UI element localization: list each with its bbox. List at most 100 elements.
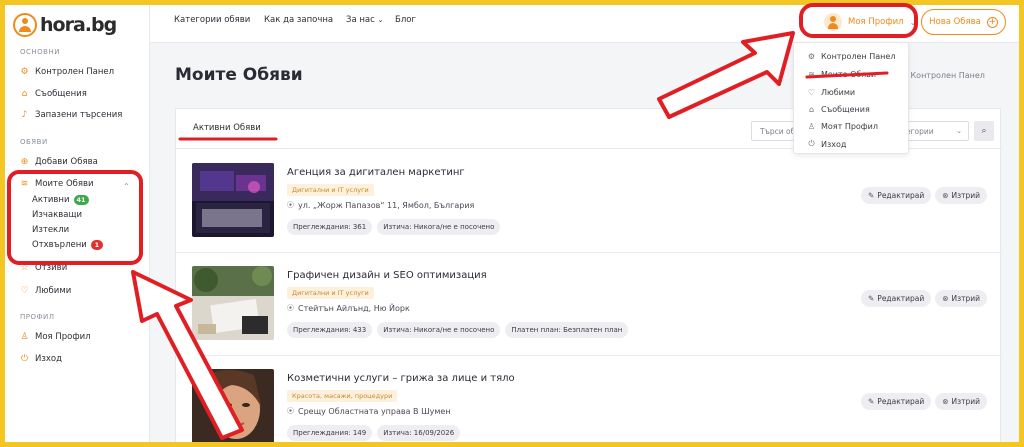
listing-title[interactable]: Графичен дизайн и SEO оптимизация <box>287 270 487 281</box>
dropdown-item-messages[interactable]: ⌂ Съобщения <box>807 105 870 114</box>
sidebar: hora.bg ОСНОВНИ ⚙ Контролен Панел ⌂ Съоб… <box>5 5 150 442</box>
sidebar-item-add-ad[interactable]: ⊕ Добави Обява <box>20 157 98 167</box>
user-icon: ♙ <box>807 122 816 131</box>
views-badge: Преглеждания: 433 <box>287 322 373 338</box>
dropdown-item-dashboard[interactable]: ⚙ Контролен Панел <box>807 52 896 61</box>
listing-location: ⦿ Срещу Областната управа В Шумен <box>287 406 451 416</box>
avatar <box>824 13 842 31</box>
listing-location: ⦿ ул. „Жорж Папазов“ 11, Ямбол, България <box>287 200 475 210</box>
nav-how-to-start[interactable]: Как да започна <box>264 15 333 25</box>
sidebar-item-favorites[interactable]: ♡ Любими <box>20 286 71 296</box>
plus-circle-icon: ⊕ <box>20 156 29 167</box>
home-icon: ⌂ <box>808 105 815 114</box>
user-icon: ♙ <box>20 331 29 342</box>
listing-stats: Преглеждания: 149 Изтича: 16/09/2026 <box>287 425 461 441</box>
dropdown-item-my-ads[interactable]: ≋ Моите Обяви <box>807 70 876 79</box>
listing-item: Козметични услуги – грижа за лице и тяло… <box>176 356 1002 442</box>
power-icon: ⏻ <box>808 139 815 148</box>
chevron-down-icon: ⌄ <box>909 17 917 27</box>
active-count-badge: 41 <box>73 195 89 205</box>
edit-button[interactable]: ✎ Редактирай <box>861 393 932 410</box>
rejected-count-badge: 1 <box>90 240 103 250</box>
edit-icon: ✎ <box>868 294 875 303</box>
chevron-down-icon: ⌄ <box>956 127 962 135</box>
ads-card: Активни Обяви Търси об егории ⌄ ⌕ Агенци… <box>175 108 1002 442</box>
tab-active-ads[interactable]: Активни Обяви <box>193 123 261 133</box>
location-pin-icon: ⦿ <box>287 304 294 312</box>
dropdown-item-profile[interactable]: ♙ Моят Профил <box>807 122 878 131</box>
search-icon: ⌕ <box>981 126 987 136</box>
delete-button[interactable]: ⊗ Изтрий <box>935 393 988 410</box>
sidebar-item-saved-searches[interactable]: ♪ Запазени търсения <box>20 109 123 120</box>
logo[interactable]: hora.bg <box>13 10 117 40</box>
delete-button[interactable]: ⊗ Изтрий <box>935 187 988 204</box>
top-bar: Категории обяви Как да започна За нас ⌄ … <box>150 5 1019 43</box>
views-badge: Преглеждания: 361 <box>287 219 373 235</box>
expiry-badge: Изтича: Никога/не е посочено <box>377 219 501 235</box>
edit-button[interactable]: ✎ Редактирай <box>861 187 932 204</box>
heart-icon: ♡ <box>20 285 29 296</box>
listing-stats: Преглеждания: 361 Изтича: Никога/не е по… <box>287 219 501 235</box>
home-icon: ⌂ <box>21 88 28 99</box>
heart-icon: ♡ <box>807 88 816 97</box>
gear-icon: ⚙ <box>807 52 816 61</box>
search-button[interactable]: ⌕ <box>974 121 994 141</box>
app-window: hora.bg ОСНОВНИ ⚙ Контролен Панел ⌂ Съоб… <box>5 5 1019 442</box>
dropdown-item-favorites[interactable]: ♡ Любими <box>807 88 855 97</box>
sidebar-item-my-profile[interactable]: ♙ Моя Профил <box>20 331 90 342</box>
listing-thumbnail[interactable] <box>192 163 274 237</box>
listing-actions: ✎ Редактирай ⊗ Изтрий <box>861 290 988 307</box>
nav-blog[interactable]: Блог <box>395 15 416 25</box>
logo-text: hora.bg <box>40 14 117 36</box>
listing-thumbnail[interactable] <box>192 369 274 442</box>
category-tag[interactable]: Дигитални и IT услуги <box>287 287 374 299</box>
bell-icon: ♪ <box>21 109 28 120</box>
views-badge: Преглеждания: 149 <box>287 425 373 441</box>
listing-thumbnail[interactable] <box>192 266 274 340</box>
listing-title[interactable]: Козметични услуги – грижа за лице и тяло <box>287 373 515 384</box>
sidebar-section-profile: ПРОФИЛ <box>20 313 55 321</box>
sidebar-item-reviews[interactable]: ☆ Отзиви <box>20 263 67 273</box>
profile-dropdown: ⚙ Контролен Панел ≋ Моите Обяви ♡ Любими ⌂ С… <box>793 42 909 154</box>
delete-button[interactable]: ⊗ Изтрий <box>935 290 988 307</box>
gear-icon: ⚙ <box>20 66 29 77</box>
nav-about[interactable]: За нас ⌄ <box>346 15 383 25</box>
plus-circle-icon: + <box>986 16 998 28</box>
page-title: Моите Обяви <box>175 65 303 85</box>
star-icon: ☆ <box>20 262 29 273</box>
breadcrumb[interactable]: г › Контролен Панел <box>898 71 985 80</box>
sidebar-sub-rejected[interactable]: Отхвърлени 1 <box>32 240 103 250</box>
expiry-badge: Изтича: 16/09/2026 <box>377 425 461 441</box>
listing-actions: ✎ Редактирай ⊗ Изтрий <box>861 393 988 410</box>
plan-badge: Платен план: Безплатен план <box>505 322 629 338</box>
new-ad-button[interactable]: Нова Обява + <box>921 9 1006 35</box>
category-tag[interactable]: Дигитални и IT услуги <box>287 184 374 196</box>
dropdown-item-logout[interactable]: ⏻ Изход <box>807 139 846 149</box>
close-circle-icon: ⊗ <box>942 397 949 406</box>
listing-location: ⦿ Стейтън Айлънд, Ню Йорк <box>287 303 410 313</box>
sidebar-sub-pending[interactable]: Изчакващи <box>32 210 82 220</box>
profile-menu-button[interactable]: Моя Профил ⌄ <box>808 9 918 35</box>
edit-icon: ✎ <box>868 397 875 406</box>
listing-item: Агенция за дигитален маркетинг Дигитални… <box>176 150 1002 253</box>
sidebar-section-ads: ОБЯВИ <box>20 138 48 146</box>
sidebar-sub-active[interactable]: Активни 41 <box>32 195 89 205</box>
sidebar-item-messages[interactable]: ⌂ Съобщения <box>20 89 87 99</box>
edit-button[interactable]: ✎ Редактирай <box>861 290 932 307</box>
power-icon: ⏻ <box>20 353 29 364</box>
sidebar-item-my-ads[interactable]: ≋ Моите Обяви <box>20 179 94 189</box>
logo-person-icon <box>13 13 37 37</box>
sidebar-sub-expired[interactable]: Изтекли <box>32 225 69 235</box>
close-circle-icon: ⊗ <box>942 294 949 303</box>
listing-title[interactable]: Агенция за дигитален маркетинг <box>287 167 465 178</box>
sidebar-section-main: ОСНОВНИ <box>20 48 60 56</box>
category-tag[interactable]: Красота, масажи, процедури <box>287 390 398 402</box>
sidebar-item-logout[interactable]: ⏻ Изход <box>20 354 62 364</box>
category-select[interactable]: егории ⌄ <box>899 121 969 141</box>
chevron-up-icon[interactable]: ⌃ <box>123 182 130 191</box>
close-circle-icon: ⊗ <box>942 191 949 200</box>
sidebar-item-dashboard[interactable]: ⚙ Контролен Панел <box>20 67 114 77</box>
listing-item: Графичен дизайн и SEO оптимизация Дигита… <box>176 253 1002 356</box>
nav-categories[interactable]: Категории обяви <box>174 15 250 25</box>
layers-icon: ≋ <box>20 178 29 189</box>
